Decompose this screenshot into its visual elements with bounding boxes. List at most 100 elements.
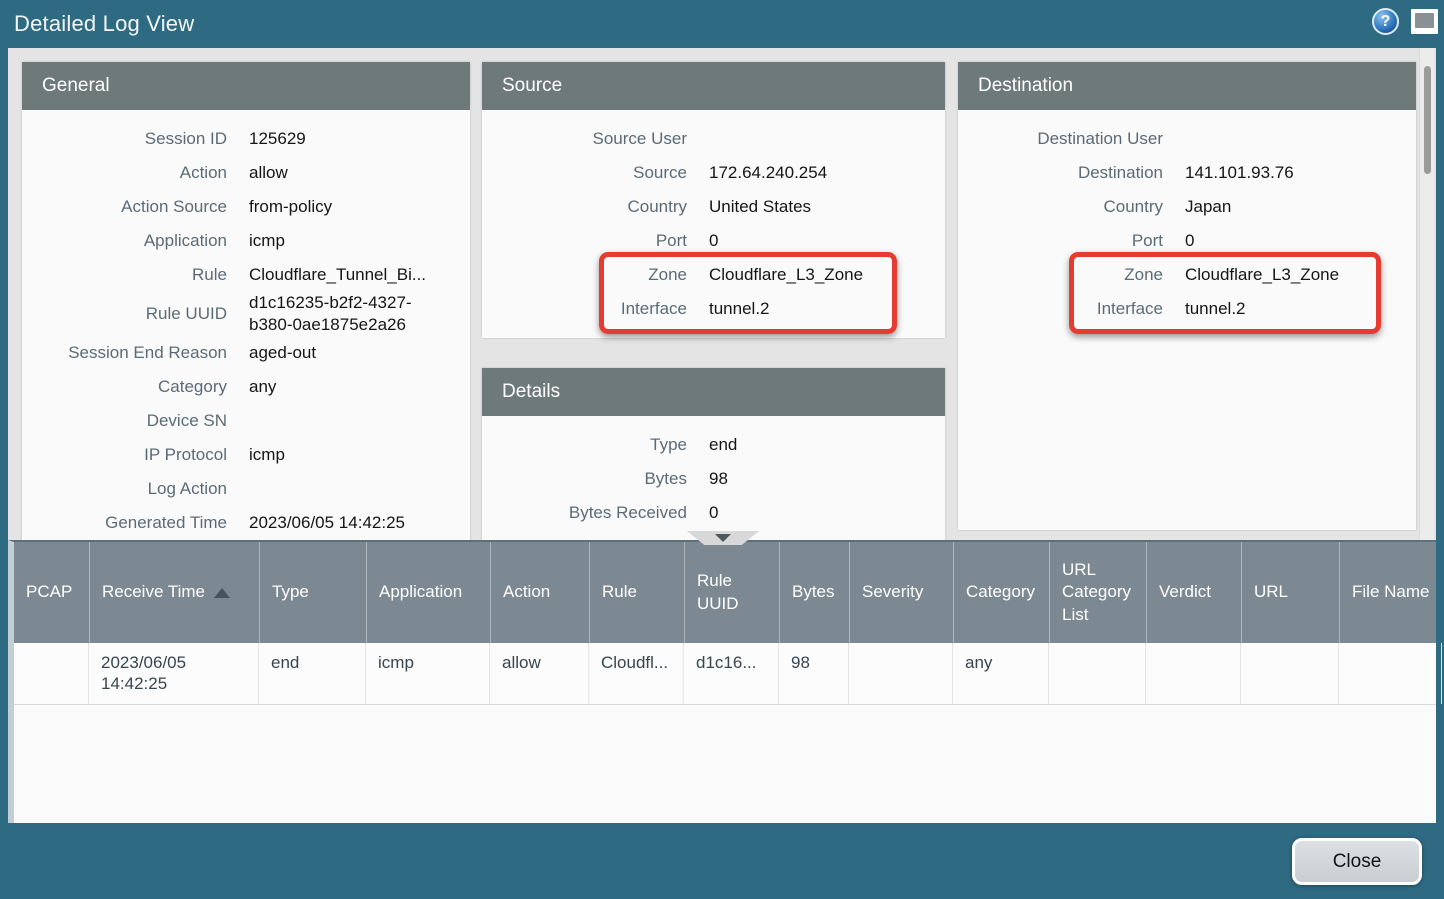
column-header-rule-uuid[interactable]: Rule UUID bbox=[684, 542, 779, 643]
field-label: Log Action bbox=[22, 479, 227, 499]
column-header-pcap[interactable]: PCAP bbox=[14, 542, 89, 643]
field-rule: RuleCloudflare_Tunnel_Bi... bbox=[22, 258, 470, 292]
field-interface: Interfacetunnel.2 bbox=[958, 292, 1416, 326]
field-label: Session ID bbox=[22, 129, 227, 149]
field-session-id: Session ID 125629 bbox=[22, 122, 470, 156]
field-category: Categoryany bbox=[22, 370, 470, 404]
field-label: Zone bbox=[482, 265, 687, 285]
column-header-file-name[interactable]: File Name bbox=[1339, 542, 1442, 643]
cell-severity bbox=[849, 643, 953, 704]
column-header-label: URL bbox=[1254, 581, 1288, 603]
column-header-label: Application bbox=[379, 581, 462, 603]
field-label: Session End Reason bbox=[22, 343, 227, 363]
field-label: Source bbox=[482, 163, 687, 183]
column-header-label: Action bbox=[503, 581, 550, 603]
column-header-label: Category bbox=[966, 581, 1035, 603]
cell-type: end bbox=[259, 643, 366, 704]
window-restore-icon-inner bbox=[1415, 13, 1434, 28]
field-log-action: Log Action bbox=[22, 472, 470, 506]
column-header-receive-time[interactable]: Receive Time bbox=[89, 542, 259, 643]
scrollbar-thumb[interactable] bbox=[1424, 66, 1431, 174]
column-header-label: File Name bbox=[1352, 581, 1429, 603]
sort-ascending-icon bbox=[214, 588, 230, 598]
panel-source: Source Source UserSource172.64.240.254Co… bbox=[482, 62, 945, 338]
field-label: Bytes Received bbox=[482, 503, 687, 523]
column-header-url-category-list[interactable]: URL Category List bbox=[1049, 542, 1146, 643]
field-value: 0 bbox=[709, 230, 732, 252]
column-header-rule[interactable]: Rule bbox=[589, 542, 684, 643]
dialog-title: Detailed Log View bbox=[14, 11, 194, 37]
cell-receive-time: 2023/06/05 14:42:25 bbox=[89, 643, 259, 704]
field-generated-time: Generated Time2023/06/05 14:42:25 bbox=[22, 506, 470, 540]
panel-title: Destination bbox=[978, 75, 1073, 97]
field-session-end-reason: Session End Reasonaged-out bbox=[22, 336, 470, 370]
field-value: icmp bbox=[249, 444, 299, 466]
panel-details: Details Type end Bytes98 Bytes Received 0 bbox=[482, 368, 945, 540]
column-header-type[interactable]: Type bbox=[259, 542, 366, 643]
detail-pane-scrollbar[interactable] bbox=[1419, 48, 1434, 540]
title-bar: Detailed Log View ? bbox=[0, 0, 1444, 48]
field-value: 0 bbox=[709, 502, 732, 524]
cell-bytes: 98 bbox=[779, 643, 849, 704]
field-label: Action bbox=[22, 163, 227, 183]
field-value: 0 bbox=[1185, 230, 1208, 252]
help-icon[interactable]: ? bbox=[1372, 8, 1399, 35]
column-header-label: Rule bbox=[602, 581, 637, 603]
cell-url bbox=[1241, 643, 1339, 704]
field-country: Country Japan bbox=[958, 190, 1416, 224]
cell-pcap bbox=[14, 643, 89, 704]
window-restore-icon[interactable] bbox=[1411, 9, 1438, 34]
cell-rule: Cloudfl... bbox=[589, 643, 684, 704]
close-button[interactable]: Close bbox=[1292, 838, 1422, 885]
field-label: Interface bbox=[482, 299, 687, 319]
panel-source-header: Source bbox=[482, 62, 945, 110]
column-header-application[interactable]: Application bbox=[366, 542, 490, 643]
field-label: Port bbox=[958, 231, 1163, 251]
column-header-verdict[interactable]: Verdict bbox=[1146, 542, 1241, 643]
field-value: 2023/06/05 14:42:25 bbox=[249, 512, 419, 534]
panel-general: General Session ID125629ActionallowActio… bbox=[22, 62, 470, 540]
field-application: Applicationicmp bbox=[22, 224, 470, 258]
cell-verdict bbox=[1146, 643, 1241, 704]
field-destination-user: Destination User bbox=[958, 122, 1416, 156]
field-bytes: Bytes98 bbox=[482, 462, 945, 496]
column-header-severity[interactable]: Severity bbox=[849, 542, 953, 643]
field-value: from-policy bbox=[249, 196, 346, 218]
field-value: United States bbox=[709, 196, 825, 218]
panel-destination: Destination Destination UserDestination1… bbox=[958, 62, 1416, 530]
column-header-url[interactable]: URL bbox=[1241, 542, 1339, 643]
field-bytes-received: Bytes Received 0 bbox=[482, 496, 945, 530]
field-value: 125629 bbox=[249, 128, 320, 150]
field-value: Cloudflare_L3_Zone bbox=[709, 264, 877, 286]
field-label: Rule UUID bbox=[22, 304, 227, 324]
column-header-bytes[interactable]: Bytes bbox=[779, 542, 849, 643]
field-value: tunnel.2 bbox=[1185, 298, 1260, 320]
cell-url-category-list bbox=[1049, 643, 1146, 704]
column-header-label: Receive Time bbox=[102, 581, 205, 603]
chevron-down-icon bbox=[715, 534, 731, 542]
panel-title: Details bbox=[502, 381, 560, 403]
field-ip-protocol: IP Protocolicmp bbox=[22, 438, 470, 472]
field-source: Source 172.64.240.254 bbox=[482, 156, 945, 190]
column-header-label: Type bbox=[272, 581, 309, 603]
field-value: Cloudflare_Tunnel_Bi... bbox=[249, 264, 440, 286]
field-device-sn: Device SN bbox=[22, 404, 470, 438]
cell-rule-uuid: d1c16... bbox=[684, 643, 779, 704]
field-interface: Interfacetunnel.2 bbox=[482, 292, 945, 326]
log-row[interactable]: 2023/06/05 14:42:25endicmpallowCloudfl..… bbox=[14, 643, 1436, 705]
field-value: icmp bbox=[249, 230, 299, 252]
column-header-label: Severity bbox=[862, 581, 923, 603]
field-label: Country bbox=[958, 197, 1163, 217]
panel-title: Source bbox=[502, 75, 562, 97]
field-label: Type bbox=[482, 435, 687, 455]
field-value: 172.64.240.254 bbox=[709, 162, 841, 184]
field-value: end bbox=[709, 434, 751, 456]
panel-destination-header: Destination bbox=[958, 62, 1416, 110]
log-table-body: 2023/06/05 14:42:25endicmpallowCloudfl..… bbox=[14, 643, 1436, 705]
column-header-action[interactable]: Action bbox=[490, 542, 589, 643]
log-table-header: PCAP Receive Time Type Application Action Rul… bbox=[14, 542, 1436, 643]
field-value: 141.101.93.76 bbox=[1185, 162, 1308, 184]
field-value: 98 bbox=[709, 468, 742, 490]
column-header-category[interactable]: Category bbox=[953, 542, 1049, 643]
field-value: Japan bbox=[1185, 196, 1245, 218]
